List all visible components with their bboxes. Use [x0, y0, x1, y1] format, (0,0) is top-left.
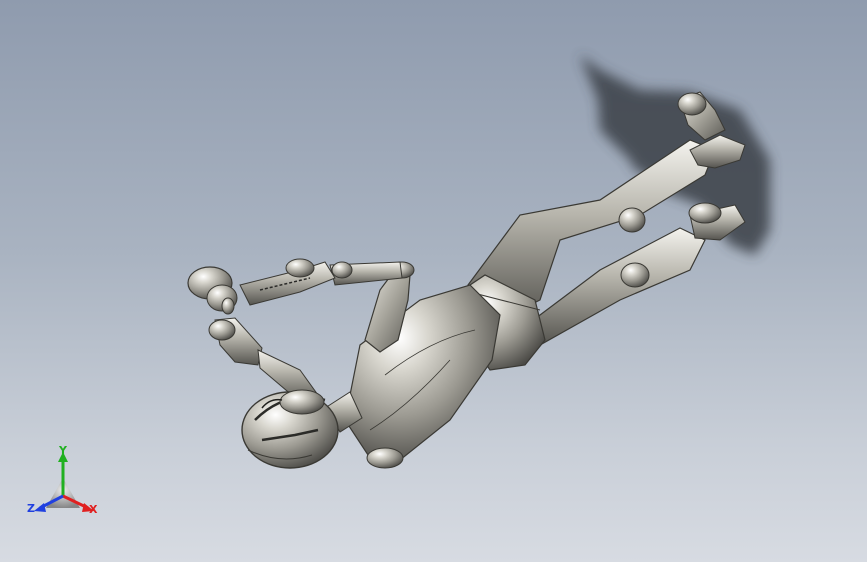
y-axis-label: Y: [59, 444, 67, 457]
robot-arm-left: [208, 297, 319, 403]
robot-model-scene[interactable]: [0, 0, 867, 562]
x-axis-label: X: [89, 503, 98, 516]
orientation-triad[interactable]: Y Z X: [22, 444, 112, 526]
z-axis-arrow-icon: [34, 503, 46, 512]
z-axis-label: Z: [27, 502, 35, 515]
triad-graphic: [34, 452, 94, 512]
3d-viewport[interactable]: Y Z X: [0, 0, 867, 562]
robot-head: [241, 389, 339, 469]
robot-torso: [344, 284, 501, 469]
